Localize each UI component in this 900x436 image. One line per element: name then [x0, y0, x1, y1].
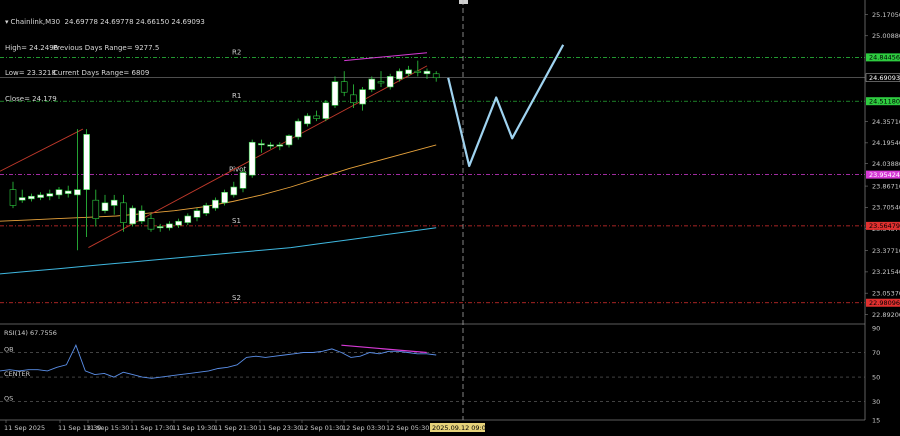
- rsi-tick-label: 50: [872, 373, 880, 381]
- time-tick-label: 11 Sep 23:30: [258, 424, 301, 432]
- forecast-path: [447, 44, 565, 168]
- level-label-r1: R1: [232, 92, 241, 100]
- level-tag-label-r2: 24.84456: [869, 54, 900, 62]
- candle-body: [414, 70, 422, 73]
- candle-body: [101, 202, 109, 212]
- candle-body: [221, 191, 228, 204]
- chart-canvas[interactable]: 25.17050 25.00880 24.35710 24.19540 24.03880…: [0, 0, 900, 436]
- candle-body: [248, 141, 256, 176]
- candle-body: [396, 70, 403, 80]
- candle-body: [258, 143, 265, 146]
- level-label-r2: R2: [232, 48, 241, 56]
- time-tick-label: 11 Sep 19:30: [172, 424, 215, 432]
- price-tick-label: 24.19540: [872, 139, 900, 147]
- candle-body: [322, 102, 330, 119]
- candle-body: [28, 195, 35, 200]
- candle-body: [46, 193, 54, 197]
- rsi-level-label-ob: OB: [4, 346, 14, 354]
- time-tick-label: 11 Sep 2025: [4, 424, 45, 432]
- candle-body: [156, 226, 164, 229]
- candle-body: [55, 189, 63, 196]
- price-tick-label: 23.37710: [872, 247, 900, 255]
- time-tick-label: 12 Sep 01:30: [300, 424, 343, 432]
- price-tick-label: 23.86710: [872, 182, 900, 190]
- candle-body: [331, 81, 339, 106]
- candle-body: [138, 210, 146, 222]
- rsi-tick-label: 30: [872, 398, 880, 406]
- candle-body: [18, 197, 26, 201]
- ma-fast-line: [0, 144, 437, 222]
- candle-body: [276, 144, 284, 147]
- level-tag-label-r1: 24.51180: [869, 97, 900, 105]
- candle-body: [202, 205, 210, 214]
- rsi-line: [0, 344, 437, 379]
- candle-body: [405, 69, 412, 75]
- candle-body: [37, 194, 44, 198]
- candle-body: [267, 144, 274, 147]
- rsi-tick-label: 90: [872, 324, 880, 332]
- candle-body: [166, 223, 173, 229]
- candle-body: [92, 199, 100, 219]
- price-tick-label: 25.00880: [872, 32, 900, 40]
- price-divergence-line: [344, 52, 428, 62]
- candle-body: [294, 120, 302, 138]
- time-tick-label: 12 Sep 05:30: [386, 424, 429, 432]
- candle-body: [9, 189, 17, 206]
- candle-body: [340, 81, 348, 93]
- ma-slow-line: [0, 227, 437, 275]
- candle-body: [83, 134, 90, 190]
- candle-body: [386, 76, 394, 88]
- rsi-tick-label: 15: [872, 416, 880, 424]
- candle-body: [175, 220, 182, 226]
- candle-body: [239, 172, 247, 189]
- candle-body: [193, 210, 201, 218]
- level-label-s2: S2: [232, 294, 241, 302]
- level-label-s1: S1: [232, 217, 241, 225]
- candle-body: [230, 186, 238, 196]
- candle-body: [147, 218, 155, 230]
- level-tag-label-s2: 22.98096: [869, 299, 900, 307]
- candle-body: [359, 89, 366, 105]
- price-tick-label: 24.35710: [872, 118, 900, 126]
- candle-body: [64, 190, 72, 194]
- candle-body: [129, 207, 136, 225]
- rsi-level-label-os: OS: [4, 395, 13, 403]
- price-tick-label: 23.21540: [872, 268, 900, 276]
- time-tick-label: 12 Sep 03:30: [342, 424, 385, 432]
- candle-body: [423, 70, 431, 75]
- candle-body: [120, 202, 127, 223]
- price-tick-label: 25.17050: [872, 11, 900, 19]
- candle-body: [368, 78, 376, 90]
- current-price-label: 24.69093: [869, 74, 900, 82]
- cursor-time-label: 2025.09.12 09:00: [432, 424, 490, 432]
- candle-body: [285, 135, 293, 146]
- candle-body: [377, 81, 385, 84]
- candle-body: [432, 73, 440, 79]
- price-tick-label: 23.70540: [872, 204, 900, 212]
- candle-body: [313, 115, 320, 119]
- time-tick-label: 11 Sep 17:30: [130, 424, 173, 432]
- channel-upper-line: [0, 128, 84, 172]
- level-tag-label-s1: 23.56479: [869, 222, 900, 230]
- rsi-title: RSI(14) 67.7556: [4, 329, 57, 337]
- price-tick-label: 22.89200: [872, 311, 900, 319]
- time-tick-label: 11 Sep 21:30: [214, 424, 257, 432]
- candle-body: [74, 189, 81, 196]
- time-tick-label: 11 Sep 15:30: [86, 424, 129, 432]
- price-tick-label: 23.05370: [872, 289, 900, 297]
- rsi-divergence-line: [341, 344, 427, 354]
- candle-body: [110, 199, 118, 206]
- price-tick-label: 24.03880: [872, 160, 900, 168]
- rsi-level-label-center: CENTER: [4, 370, 31, 378]
- rsi-tick-label: 70: [872, 349, 880, 357]
- candle-body: [212, 199, 219, 209]
- candle-body: [304, 115, 311, 125]
- candle-body: [350, 94, 357, 104]
- candle-body: [184, 215, 192, 223]
- level-tag-label-pivot: 23.95424: [869, 171, 900, 179]
